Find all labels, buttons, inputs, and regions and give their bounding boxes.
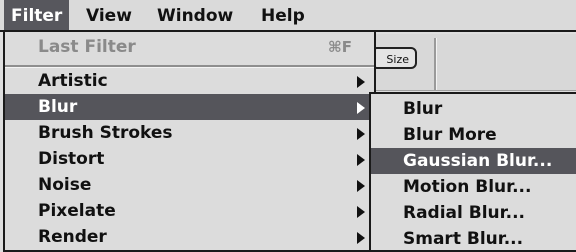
- submenu-item-radial-blur[interactable]: Radial Blur...: [371, 200, 576, 226]
- submenu-arrow-icon: [357, 154, 365, 166]
- menu-item-label: Blur: [38, 97, 78, 117]
- blur-submenu: Blur Blur More Gaussian Blur... Motion B…: [369, 92, 576, 252]
- size-button[interactable]: Size: [371, 47, 417, 69]
- submenu-item-blur-more[interactable]: Blur More: [371, 122, 576, 148]
- menu-item-artistic[interactable]: Artistic: [5, 68, 374, 94]
- submenu-arrow-icon: [357, 180, 365, 192]
- toolbar-divider: [434, 38, 437, 90]
- menu-item-label: Brush Strokes: [38, 123, 173, 143]
- menu-item-label: Pixelate: [38, 201, 116, 221]
- submenu-item-motion-blur[interactable]: Motion Blur...: [371, 174, 576, 200]
- menu-item-brush-strokes[interactable]: Brush Strokes: [5, 120, 374, 146]
- menu-item-label: Artistic: [38, 71, 108, 91]
- submenu-arrow-icon: [357, 206, 365, 218]
- submenu-arrow-icon: [357, 232, 365, 244]
- submenu-arrow-icon: [357, 102, 365, 114]
- submenu-item-gaussian-blur[interactable]: Gaussian Blur...: [371, 148, 576, 174]
- menu-bar: Filter View Window Help: [0, 0, 576, 32]
- menu-item-label: Last Filter: [38, 37, 136, 57]
- menubar-window[interactable]: Window: [150, 0, 240, 30]
- menu-item-render[interactable]: Render: [5, 224, 374, 250]
- menu-item-label: Render: [38, 227, 107, 247]
- menu-item-distort[interactable]: Distort: [5, 146, 374, 172]
- submenu-item-smart-blur[interactable]: Smart Blur...: [371, 226, 576, 252]
- menubar-help[interactable]: Help: [254, 0, 312, 30]
- menubar-view[interactable]: View: [79, 0, 139, 30]
- menu-item-last-filter: Last Filter ⌘F: [5, 34, 374, 60]
- submenu-item-blur[interactable]: Blur: [371, 96, 576, 122]
- menu-item-pixelate[interactable]: Pixelate: [5, 198, 374, 224]
- menu-item-label: Noise: [38, 175, 92, 195]
- menu-item-noise[interactable]: Noise: [5, 172, 374, 198]
- filter-menu: Last Filter ⌘F Artistic Blur Brush Strok…: [3, 32, 376, 252]
- submenu-arrow-icon: [357, 76, 365, 88]
- submenu-arrow-icon: [357, 128, 365, 140]
- menu-item-blur[interactable]: Blur: [5, 94, 374, 120]
- menubar-filter[interactable]: Filter: [4, 0, 70, 30]
- shortcut-label: ⌘F: [327, 38, 352, 56]
- menu-item-label: Distort: [38, 149, 105, 169]
